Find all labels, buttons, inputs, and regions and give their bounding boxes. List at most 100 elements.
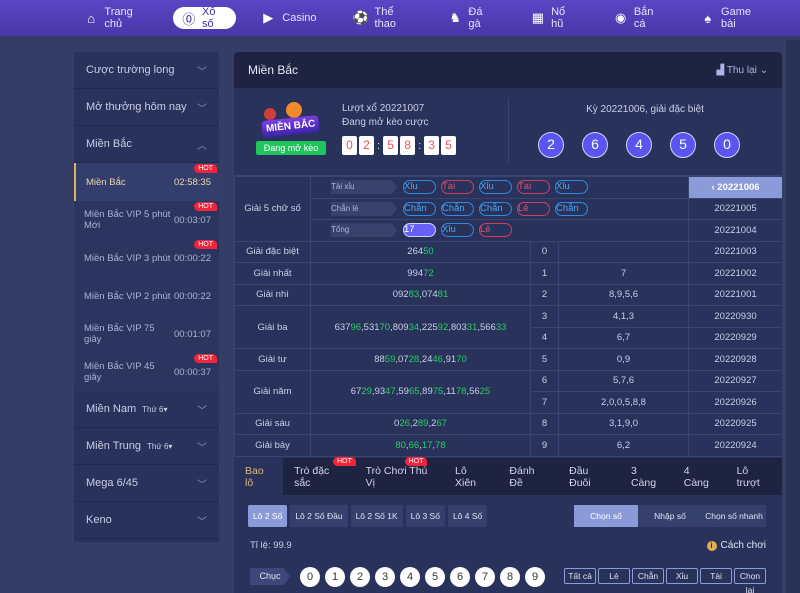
number-ball[interactable]: 2 [350,567,370,587]
quick-select-button[interactable]: Lẻ [598,568,630,584]
sidebar-item[interactable]: Mở thưởng hôm nay ﹀ [74,89,219,126]
date-item[interactable]: 20221004 [688,219,782,242]
quick-select-button[interactable]: Chọn lại [734,568,766,593]
sidebar-item-label-wrap: Miền Trung Thứ 6▾ [86,440,172,452]
number-ball[interactable]: 8 [500,567,520,587]
mode-button[interactable]: Chọn số nhanh [702,505,766,527]
slot-machine-icon: ▦ [531,10,545,25]
number-ball[interactable]: 6 [450,567,470,587]
subtab-lo[interactable]: Lô 2 Số 1K [350,505,403,527]
quick-select-button[interactable]: Tất cả [564,568,596,584]
scrollbar[interactable] [786,40,800,593]
last-draw-title: Kỳ 20221006, giải đặc biệt [586,104,704,115]
sidebar-item[interactable]: Miền Trung Thứ 6▾ ﹀ [74,428,219,465]
countdown-digit: 8 [400,136,416,155]
nav-slot-machine[interactable]: ▦ Nổ hũ [531,6,578,30]
chevron-down-icon: ﹀ [197,479,207,491]
num-suffix: 70 [379,321,391,333]
sidebar-item[interactable]: Miền Nam Thứ 6▾ ﹀ [74,391,219,428]
prize-row: Giải sáu 026,289,267 8 3,1,9,0 20220925 [234,412,782,435]
draw-status: Đang mở kèo cược [342,117,429,128]
date-item[interactable]: 20221002 [688,262,782,285]
number-ball[interactable]: 9 [525,567,545,587]
tab-bet[interactable]: 4 Càng [673,458,726,495]
date-item[interactable]: 20220930 [688,305,782,328]
head-values: 7 [557,262,690,285]
tab-bet[interactable]: Bao lô [234,458,284,495]
nav-fish[interactable]: ◉ Bắn cá [613,6,664,30]
subtab-lo[interactable]: Lô 2 Số Đầu [290,505,348,527]
tab-bet[interactable]: Trò Chơi Thú Vị HOT [355,457,444,495]
quick-select-button[interactable]: Tài [700,568,732,584]
tab-bet[interactable]: Đầu Đuôi [558,458,620,495]
tab-bet[interactable]: 3 Càng [620,458,673,495]
date-item[interactable]: 20220928 [688,348,782,371]
lottery-item[interactable]: Miền Bắc VIP 45 giây 00:00:37 HOT [74,353,219,391]
five-digit-stats: Tổng 17 Xỉu Lẻ [309,219,690,242]
nav-soccer-ball[interactable]: ⚽ Thể thao [352,6,413,30]
nav-label: Casino [282,12,317,24]
lottery-item[interactable]: Miền Bắc VIP 75 giây 00:01:07 [74,315,219,353]
sidebar-item[interactable]: Miền Bắc ︿ [74,126,219,163]
sidebar-item-label: Cược trường long [86,64,175,76]
tab-bet[interactable]: Lô trượt [726,458,782,495]
number-ball[interactable]: 7 [475,567,495,587]
tab-bet[interactable]: Trò đặc sắc HOT [283,457,356,495]
number-ball[interactable]: 3 [375,567,395,587]
collapse-button[interactable]: ▟ Thu lại ⌄ [717,65,768,76]
date-item[interactable]: 20220929 [688,326,782,349]
date-item[interactable]: 20220924 [688,434,782,457]
num-suffix: 29 [361,386,372,397]
number-ball[interactable]: 5 [425,567,445,587]
sidebar-item-label: Miền Nam [86,403,137,415]
date-item[interactable]: 20221003 [688,240,782,263]
head-digit: 6 [530,369,559,392]
number-ball[interactable]: 0 [300,567,320,587]
head-digit: 3 [530,305,559,328]
quick-select-button[interactable]: Xỉu [666,568,698,584]
lottery-name: Miền Bắc VIP 3 phút [84,252,171,264]
mode-button[interactable]: Nhập số [638,505,702,527]
tab-bet[interactable]: Lô Xiên [444,458,498,495]
date-item[interactable]: 20220925 [688,412,782,435]
five-digit-row: Giải 5 chữ số Tài xỉu Xỉu Tài Xỉu Tài Xỉu ‹ 202… [234,176,782,242]
countdown-digit: 0 [342,136,357,155]
lottery-item[interactable]: Miền Bắc VIP 2 phút 00:00:22 [74,277,219,315]
nav-lottery[interactable]: ⓪ Xổ số [172,6,237,30]
number-ball[interactable]: 1 [325,567,345,587]
sidebar-item[interactable]: Cược trường long ﹀ [74,52,219,89]
lottery-item[interactable]: Miền Bắc 02:58:35 HOT [74,163,219,201]
date-item-active[interactable]: ‹ 20221006 [688,176,782,199]
five-digit-stats: Tài xỉu Xỉu Tài Xỉu Tài Xỉu [309,176,690,199]
subtab-lo[interactable]: Lô 2 Số [248,505,288,527]
date-item[interactable]: 20221001 [688,283,782,306]
tab-label: Đầu Đuôi [569,464,591,489]
date-item[interactable]: 20220927 [688,369,782,392]
nav-play[interactable]: ▶ Casino [260,7,316,29]
sidebar-item[interactable]: Mega 6/45 ﹀ [74,465,219,502]
tab-bet[interactable]: Đánh Đề [498,458,558,495]
day-select[interactable]: Thứ 6▾ [142,405,167,414]
day-select[interactable]: Thứ 6▾ [147,442,172,451]
lottery-item[interactable]: Miền Bắc VIP 5 phút Mới 00:03:07 HOT [74,201,219,239]
subtab-lo[interactable]: Lô 4 Số [447,505,488,527]
nav-home[interactable]: ⌂ Trang chủ [84,6,149,30]
num-suffix: 70 [456,353,467,365]
stat-pill: Chẵn [555,201,588,216]
date-item[interactable]: 20221005 [688,197,782,220]
nav-cards[interactable]: ♠ Game bài [701,6,764,30]
subtab-lo[interactable]: Lô 3 Số [405,505,445,527]
num-prefix: 67 [350,386,362,397]
sidebar-item[interactable]: Keno ﹀ [74,502,219,539]
num-prefix: 809 [392,321,409,333]
number-ball[interactable]: 4 [400,567,420,587]
how-to-play-link[interactable]: i Cách chơi [706,540,766,551]
date-item[interactable]: 20220926 [688,391,782,414]
quick-select-button[interactable]: Chẵn [632,568,664,584]
nav-rooster[interactable]: ♞ Đá gà [448,6,495,30]
stat-pill: 17 [403,223,436,238]
date-label: 20221006 [717,181,760,193]
prize-numbers: 63796,53170,80934,22592,80331,56633 [310,305,531,349]
lottery-item[interactable]: Miền Bắc VIP 3 phút 00:00:22 HOT [74,239,219,277]
mode-button[interactable]: Chọn số [574,505,638,527]
